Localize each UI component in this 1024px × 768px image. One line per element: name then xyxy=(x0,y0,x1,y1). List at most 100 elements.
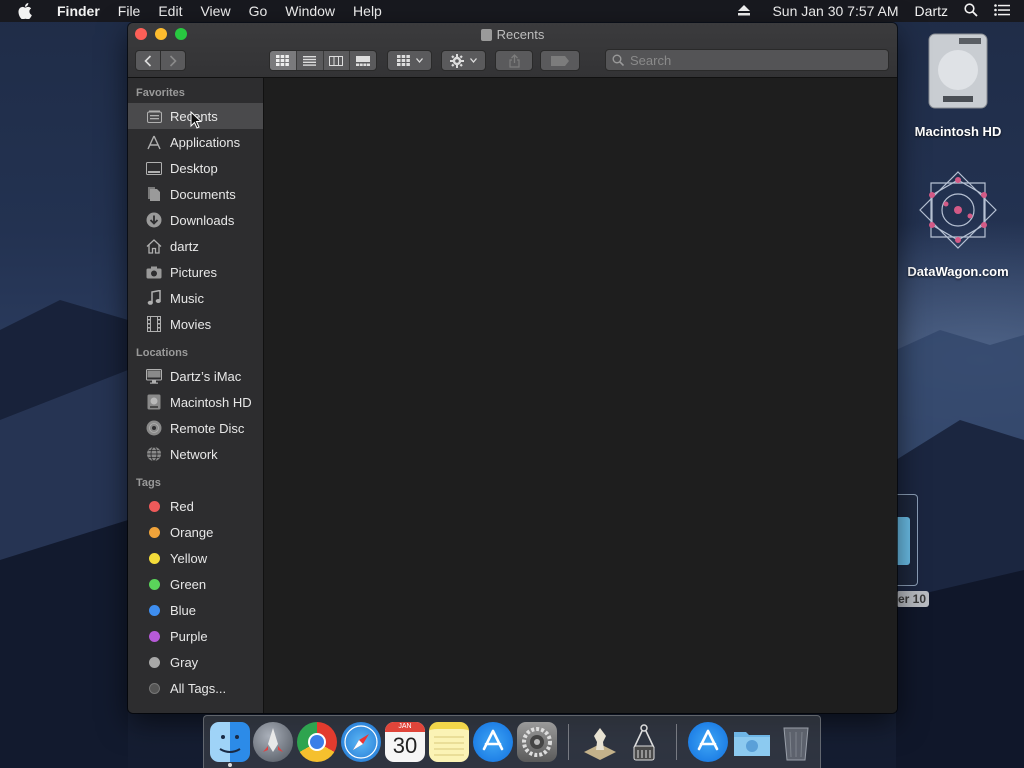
sidebar-item-network[interactable]: Network xyxy=(128,441,263,467)
sidebar-item-movies[interactable]: Movies xyxy=(128,311,263,337)
sidebar-item-label: Blue xyxy=(170,602,197,618)
chevron-down-icon xyxy=(470,58,477,63)
sidebar-item-label: Dartz’s iMac xyxy=(170,368,242,384)
trash-icon[interactable] xyxy=(776,722,816,762)
menu-file[interactable]: File xyxy=(109,0,150,22)
sidebar-tag-green[interactable]: Green xyxy=(128,571,263,597)
downloads-icon xyxy=(146,212,162,228)
sidebar-tag-orange[interactable]: Orange xyxy=(128,519,263,545)
sidebar-item-downloads[interactable]: Downloads xyxy=(128,207,263,233)
sidebar-item-label: Movies xyxy=(170,316,212,332)
sidebar-all-tags[interactable]: All Tags... xyxy=(128,675,263,701)
share-button[interactable] xyxy=(495,50,533,71)
sidebar-tag-yellow[interactable]: Yellow xyxy=(128,545,263,571)
columns-icon xyxy=(329,55,344,66)
calendar-icon[interactable]: JAN 30 xyxy=(385,722,425,762)
sidebar-item-documents[interactable]: Documents xyxy=(128,181,263,207)
gray-tag-dot-icon xyxy=(146,654,162,670)
search-input[interactable] xyxy=(630,52,870,68)
home-icon xyxy=(146,238,162,254)
chess-icon[interactable] xyxy=(580,722,620,762)
menu-window[interactable]: Window xyxy=(276,0,344,22)
edit-tags-button[interactable] xyxy=(540,50,580,71)
dock-separator xyxy=(676,724,677,760)
sidebar-item-home[interactable]: dartz xyxy=(128,233,263,259)
purple-tag-dot-icon xyxy=(146,628,162,644)
sidebar-item-desktop[interactable]: Desktop xyxy=(128,155,263,181)
hard-drive-icon xyxy=(146,394,162,410)
search-field[interactable] xyxy=(605,49,889,71)
film-icon xyxy=(146,316,162,332)
menu-bar: Finder File Edit View Go Window Help Sun… xyxy=(0,0,1024,22)
screenshot-tool-icon[interactable] xyxy=(624,722,664,762)
documents-icon xyxy=(146,186,162,202)
red-tag-dot-icon xyxy=(146,498,162,514)
menubar-clock[interactable]: Sun Jan 30 7:57 AM xyxy=(758,3,906,19)
sidebar-item-label: Macintosh HD xyxy=(170,394,252,410)
yellow-tag-dot-icon xyxy=(146,550,162,566)
finder-icon[interactable] xyxy=(210,722,250,762)
forward-button[interactable] xyxy=(160,51,185,70)
arrange-button[interactable] xyxy=(387,50,432,71)
gallery-view-button[interactable] xyxy=(349,51,376,70)
eject-icon[interactable] xyxy=(730,3,758,19)
chrome-icon[interactable] xyxy=(297,722,337,762)
search-icon xyxy=(612,54,624,66)
app-store-folder-icon[interactable] xyxy=(688,722,728,762)
sidebar-item-label: Yellow xyxy=(170,550,208,566)
geometric-mandala-icon xyxy=(916,168,1000,252)
spotlight-search-icon[interactable] xyxy=(956,2,986,20)
sidebar-item-remote-disc[interactable]: Remote Disc xyxy=(128,415,263,441)
sidebar-item-applications[interactable]: Applications xyxy=(128,129,263,155)
sidebar-tag-red[interactable]: Red xyxy=(128,493,263,519)
desktop-icon-label: DataWagon.com xyxy=(907,264,1009,279)
sidebar-tag-purple[interactable]: Purple xyxy=(128,623,263,649)
sidebar-item-label: Applications xyxy=(170,134,241,150)
sidebar-item-pictures[interactable]: Pictures xyxy=(128,259,263,285)
file-browser-content[interactable] xyxy=(264,78,897,713)
menu-finder[interactable]: Finder xyxy=(48,0,109,22)
notes-icon[interactable] xyxy=(429,722,469,762)
sidebar: Favorites Recents Applications Desktop D… xyxy=(128,78,264,713)
sidebar-item-label: dartz xyxy=(170,238,199,254)
safari-icon[interactable] xyxy=(341,722,381,762)
desktop-icon-macintosh-hd[interactable]: Macintosh HD xyxy=(908,32,1008,139)
green-tag-dot-icon xyxy=(146,576,162,592)
sidebar-tag-blue[interactable]: Blue xyxy=(128,597,263,623)
downloads-folder-icon[interactable] xyxy=(732,722,772,762)
menu-view[interactable]: View xyxy=(191,0,239,22)
desktop-icon-folder-partial[interactable]: er 10 xyxy=(896,494,936,607)
sidebar-item-label: Red xyxy=(170,498,194,514)
menu-help[interactable]: Help xyxy=(344,0,391,22)
app-store-icon[interactable] xyxy=(473,722,513,762)
system-preferences-icon[interactable] xyxy=(517,722,557,762)
globe-icon xyxy=(146,446,162,462)
apple-menu-icon[interactable] xyxy=(18,3,40,19)
sidebar-item-music[interactable]: Music xyxy=(128,285,263,311)
icon-view-button[interactable] xyxy=(270,51,296,70)
window-toolbar: Recents xyxy=(128,23,897,78)
back-button[interactable] xyxy=(136,51,160,70)
tag-icon xyxy=(551,55,569,66)
sidebar-item-macintosh-hd[interactable]: Macintosh HD xyxy=(128,389,263,415)
column-view-button[interactable] xyxy=(322,51,350,70)
view-mode-buttons xyxy=(269,50,377,71)
sidebar-item-label: Purple xyxy=(170,628,208,644)
desktop-icon-label: er 10 xyxy=(896,591,930,607)
list-view-button[interactable] xyxy=(295,51,323,70)
menubar-user[interactable]: Dartz xyxy=(907,3,956,19)
sidebar-tag-gray[interactable]: Gray xyxy=(128,649,263,675)
sidebar-item-recents[interactable]: Recents xyxy=(128,103,263,129)
notification-center-icon[interactable] xyxy=(986,3,1024,19)
sidebar-item-label: Desktop xyxy=(170,160,218,176)
desktop-icon-datawagon[interactable]: DataWagon.com xyxy=(900,168,1016,279)
sidebar-item-label: Gray xyxy=(170,654,199,670)
sidebar-item-imac[interactable]: Dartz’s iMac xyxy=(128,363,263,389)
window-title: Recents xyxy=(128,27,897,42)
menu-go[interactable]: Go xyxy=(240,0,277,22)
action-menu-button[interactable] xyxy=(441,50,486,71)
launchpad-icon[interactable] xyxy=(253,722,293,762)
recents-icon xyxy=(480,28,492,41)
calendar-month: JAN xyxy=(385,722,425,732)
menu-edit[interactable]: Edit xyxy=(149,0,191,22)
